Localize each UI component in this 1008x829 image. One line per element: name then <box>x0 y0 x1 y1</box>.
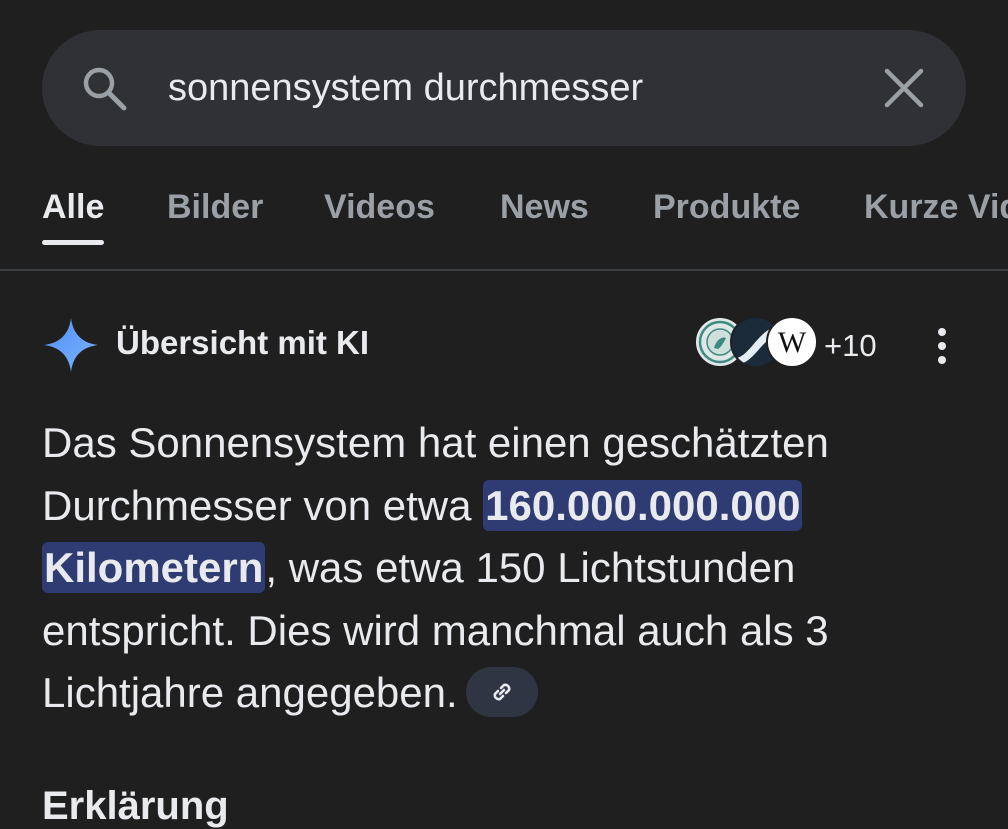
more-vertical-icon[interactable] <box>928 322 956 370</box>
answer-highlight-unit: Kilometern <box>42 542 266 593</box>
tab-bilder[interactable]: Bilder <box>167 188 263 227</box>
close-icon[interactable] <box>882 66 926 110</box>
ai-overview-header: Übersicht mit KI W +10 <box>0 310 1008 380</box>
tab-videos[interactable]: Videos <box>324 188 435 227</box>
tab-produkte[interactable]: Produkte <box>653 188 800 227</box>
link-icon <box>493 683 511 701</box>
svg-text:W: W <box>778 326 807 359</box>
tab-alle[interactable]: Alle <box>42 188 104 227</box>
sources-stack[interactable]: W +10 <box>694 316 884 372</box>
active-tab-indicator <box>42 240 104 245</box>
wikipedia-logo-icon: W <box>766 316 818 368</box>
search-icon <box>83 67 127 111</box>
tabs-divider <box>0 269 1008 271</box>
source-link-button[interactable] <box>465 666 538 717</box>
sparkle-icon <box>44 318 98 372</box>
ai-answer-text: Das Sonnensystem hat einen geschätzten D… <box>42 412 972 725</box>
next-section-heading: Erklärung <box>42 784 229 828</box>
tab-kurze-videos[interactable]: Kurze Vid <box>864 188 1008 227</box>
sources-count: +10 <box>824 328 877 363</box>
search-input[interactable] <box>168 58 828 118</box>
ai-overview-title: Übersicht mit KI <box>116 324 370 361</box>
answer-highlight-number: 160.000.000.000 <box>483 479 803 531</box>
search-tabs: Alle Bilder Videos News Produkte Kurze V… <box>0 180 1008 270</box>
tab-news[interactable]: News <box>500 188 589 227</box>
